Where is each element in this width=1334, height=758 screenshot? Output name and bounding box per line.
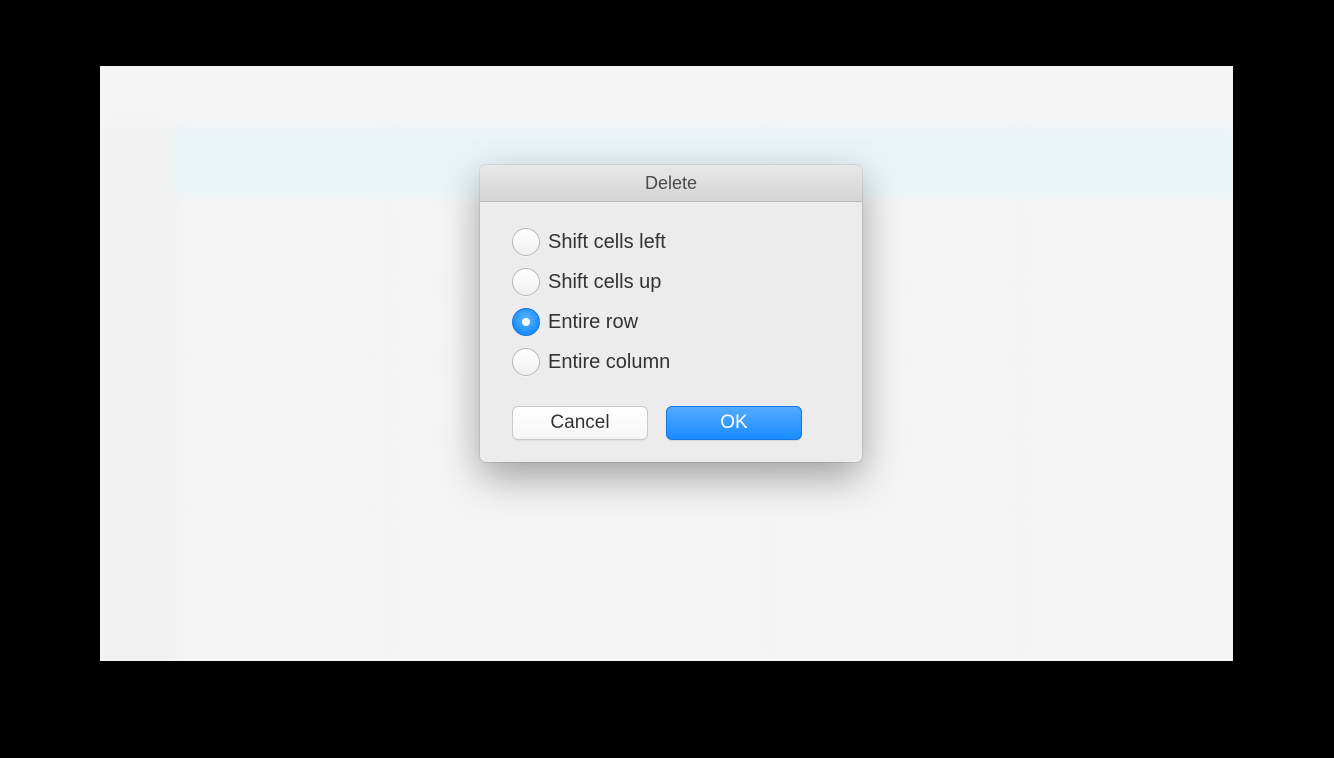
radio-icon [512, 268, 540, 296]
option-entire-row[interactable]: Entire row [512, 308, 830, 336]
radio-label: Shift cells left [548, 231, 666, 254]
dialog-button-row: Cancel OK [512, 406, 830, 440]
option-entire-column[interactable]: Entire column [512, 348, 830, 376]
delete-dialog: Delete Shift cells left Shift cells up E… [480, 165, 862, 462]
cancel-button[interactable]: Cancel [512, 406, 648, 440]
dialog-title: Delete [480, 165, 862, 202]
radio-icon [512, 348, 540, 376]
option-shift-cells-left[interactable]: Shift cells left [512, 228, 830, 256]
dialog-body: Shift cells left Shift cells up Entire r… [480, 202, 862, 462]
radio-label: Entire column [548, 351, 670, 374]
radio-icon [512, 228, 540, 256]
radio-label: Shift cells up [548, 271, 661, 294]
radio-dot-icon [522, 318, 530, 326]
radio-icon-selected [512, 308, 540, 336]
radio-label: Entire row [548, 311, 638, 334]
option-shift-cells-up[interactable]: Shift cells up [512, 268, 830, 296]
delete-options-group: Shift cells left Shift cells up Entire r… [512, 228, 830, 376]
ok-button[interactable]: OK [666, 406, 802, 440]
